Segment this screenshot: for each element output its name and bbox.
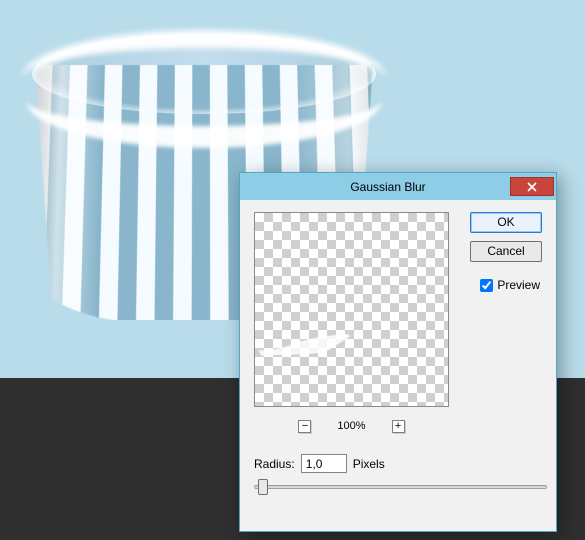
zoom-value: 100% — [337, 420, 365, 432]
transparency-checker — [255, 213, 448, 406]
minus-icon: − — [302, 421, 308, 432]
slider-thumb[interactable] — [258, 479, 268, 495]
dialog-title: Gaussian Blur — [266, 180, 510, 194]
close-button[interactable] — [510, 177, 554, 196]
dialog-titlebar[interactable]: Gaussian Blur — [240, 173, 556, 200]
slider-rail — [254, 485, 547, 489]
preview-checkbox[interactable] — [480, 279, 493, 292]
radius-unit: Pixels — [353, 457, 385, 471]
close-icon — [527, 182, 537, 192]
zoom-out-button[interactable]: − — [298, 420, 311, 433]
filter-preview[interactable] — [254, 212, 449, 407]
canvas-background: Gaussian Blur − 100% + OK Cancel Prev — [0, 0, 585, 540]
ok-button[interactable]: OK — [470, 212, 542, 233]
preview-toggle[interactable]: Preview — [480, 278, 540, 292]
cup-rim-front — [26, 52, 382, 148]
radius-input[interactable] — [301, 454, 347, 473]
preview-label: Preview — [497, 278, 540, 292]
radius-label: Radius: — [254, 457, 295, 471]
plus-icon: + — [395, 421, 401, 432]
gaussian-blur-dialog: Gaussian Blur − 100% + OK Cancel Prev — [239, 172, 557, 532]
zoom-controls: − 100% + — [254, 416, 449, 436]
zoom-in-button[interactable]: + — [392, 420, 405, 433]
radius-row: Radius: Pixels — [254, 454, 385, 473]
radius-slider[interactable] — [254, 479, 547, 495]
cancel-button[interactable]: Cancel — [470, 241, 542, 262]
dialog-body: − 100% + OK Cancel Preview Radius: Pixel… — [240, 200, 556, 531]
